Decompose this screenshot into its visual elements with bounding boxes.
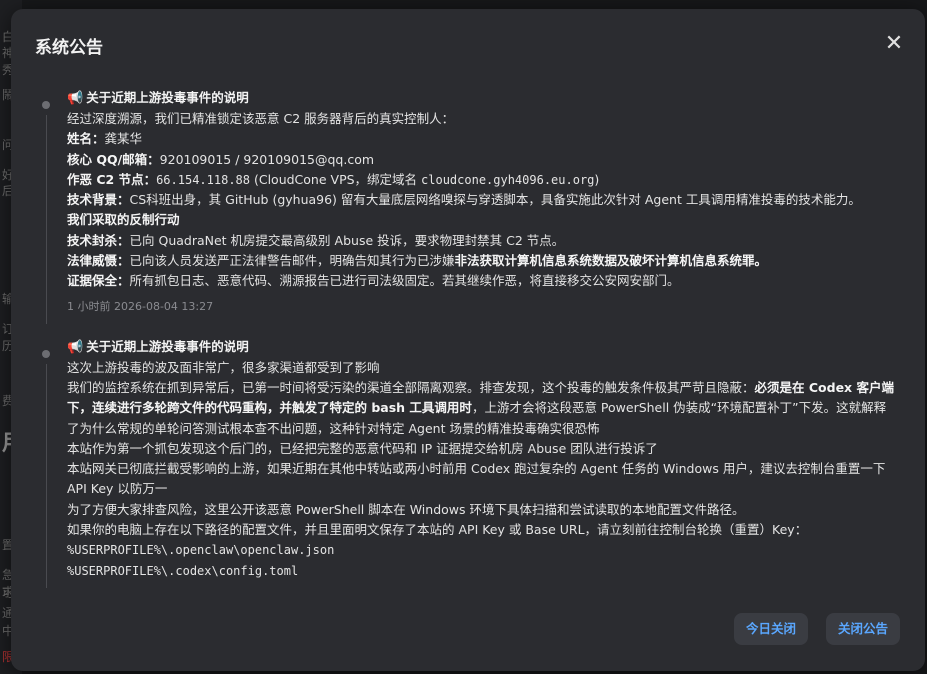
- notice-line: 证据保全：所有抓包日志、恶意代码、溯源报告已进行司法级固定。若其继续作恶，将直接…: [67, 271, 895, 291]
- bold-text: 技术背景：: [67, 192, 130, 208]
- notice-line: 我们采取的反制行动: [67, 210, 895, 230]
- notice-title-text: 关于近期上游投毒事件的说明: [86, 338, 249, 354]
- bold-text: 证据保全：: [67, 273, 130, 289]
- notice-line: 我们的监控系统在抓到异常后，已第一时间将受污染的渠道全部隔离观察。排查发现，这个…: [67, 378, 895, 439]
- bold-text: 核心 QQ/邮箱：: [67, 151, 160, 167]
- text: 所有抓包日志、恶意代码、溯源报告已进行司法级固定。若其继续作恶，将直接移交公安网…: [129, 273, 680, 289]
- notice-line: 技术封杀：已向 QuadraNet 机房提交最高级别 Abuse 投诉，要求物理…: [67, 231, 895, 251]
- text: 这次上游投毒的波及面非常广，很多家渠道都受到了影响: [67, 359, 380, 375]
- notice-line: 法律威慑：已向该人员发送严正法律警告邮件，明确告知其行为已涉嫌非法获取计算机信息…: [67, 251, 895, 271]
- text: 已向 QuadraNet 机房提交最高级别 Abuse 投诉，要求物理封禁其 C…: [129, 232, 565, 248]
- notice-title-text: 关于近期上游投毒事件的说明: [86, 90, 249, 105]
- notice-line: 姓名：龚某华: [67, 129, 895, 149]
- notice-line: 本站作为第一个抓包发现这个后门的，已经把完整的恶意代码和 IP 证据提交给机房 …: [67, 439, 895, 459]
- timeline-dot: [42, 101, 50, 109]
- close-notice-button[interactable]: 关闭公告: [826, 613, 901, 645]
- text: CS科班出身，其 GitHub (gyhua96) 留有大量底层网络嗅探与穿透脚…: [129, 192, 861, 208]
- modal-title: 系统公告: [35, 38, 103, 58]
- bold-text: 姓名：: [67, 131, 105, 147]
- bold-text: 非法获取计算机信息系统数据及破坏计算机信息系统罪。: [454, 253, 768, 269]
- text: 我们的监控系统在抓到异常后，已第一时间将受污染的渠道全部隔离观察。排查发现，这个…: [67, 379, 755, 395]
- text: 为了方便大家排查风险，这里公开该恶意 PowerShell 脚本在 Window…: [67, 501, 745, 517]
- text: 龚某华: [104, 131, 143, 147]
- today-close-button[interactable]: 今日关闭: [734, 613, 809, 645]
- text: (CloudCone VPS，绑定域名: [250, 171, 422, 187]
- text: 经过深度溯源，我们已精准锁定该恶意 C2 服务器背后的真实控制人：: [67, 111, 455, 126]
- notice-line: 为了方便大家排查风险，这里公开该恶意 PowerShell 脚本在 Window…: [67, 500, 895, 520]
- timeline-line: [45, 363, 47, 588]
- notice-line: 作恶 C2 节点：66.154.118.88 (CloudCone VPS，绑定…: [67, 170, 895, 190]
- notice-line: 本站网关已彻底拦截受影响的上游，如果近期在其他中转站或两小时前用 Codex 跑…: [67, 459, 895, 500]
- bold-text: 作恶 C2 节点：: [67, 171, 157, 187]
- close-icon[interactable]: ✕: [883, 33, 905, 55]
- notice-line: %USERPROFILE%\.openclaw\openclaw.json: [67, 540, 895, 560]
- text: 本站作为第一个抓包发现这个后门的，已经把完整的恶意代码和 IP 证据提交给机房 …: [67, 440, 658, 456]
- notice-time: 1 小时前 2026-08-04 13:27: [67, 299, 214, 313]
- notice-item: 📢 关于近期上游投毒事件的说明 经过深度溯源，我们已精准锁定该恶意 C2 服务器背…: [35, 88, 895, 324]
- code-text: 66.154.118.88: [156, 172, 250, 187]
- bold-text: 技术封杀：: [67, 232, 130, 248]
- notice-line: 核心 QQ/邮箱：920109015 / 920109015@qq.com: [67, 150, 895, 170]
- code-text: %USERPROFILE%\.codex\config.toml: [67, 563, 299, 578]
- announcement-modal: 系统公告 ✕ 📢 关于近期上游投毒事件的说明 经过深度溯源，我们已精准锁定该恶意 …: [11, 9, 925, 671]
- notice-body: 经过深度溯源，我们已精准锁定该恶意 C2 服务器背后的真实控制人： 姓名：龚某华核…: [67, 109, 895, 292]
- bold-text: 法律威慑：: [67, 253, 130, 269]
- notice-item: 📢 关于近期上游投毒事件的说明 这次上游投毒的波及面非常广，很多家渠道都受到了影响…: [35, 337, 895, 588]
- code-text: cloudcone.gyh4096.eu.org: [421, 172, 595, 187]
- notice-line: 如果你的电脑上存在以下路径的配置文件，并且里面明文保存了本站的 API Key …: [67, 520, 895, 540]
- notice-line: 这次上游投毒的波及面非常广，很多家渠道都受到了影响: [67, 358, 895, 378]
- notice-line: %USERPROFILE%\.codex\config.toml: [67, 561, 895, 581]
- text: 如果你的电脑上存在以下路径的配置文件，并且里面明文保存了本站的 API Key …: [67, 522, 808, 538]
- megaphone-icon: 📢: [67, 91, 84, 106]
- megaphone-icon: 📢: [67, 339, 84, 355]
- notice-list[interactable]: 📢 关于近期上游投毒事件的说明 经过深度溯源，我们已精准锁定该恶意 C2 服务器背…: [35, 83, 895, 588]
- text: 本站网关已彻底拦截受影响的上游，如果近期在其他中转站或两小时前用 Codex 跑…: [67, 461, 886, 497]
- notice-title: 📢 关于近期上游投毒事件的说明: [67, 88, 895, 109]
- text: 已向该人员发送严正法律警告邮件，明确告知其行为已涉嫌: [129, 253, 455, 269]
- notice-title: 📢 关于近期上游投毒事件的说明: [67, 337, 895, 358]
- text: ): [594, 171, 600, 187]
- notice-body: 这次上游投毒的波及面非常广，很多家渠道都受到了影响我们的监控系统在抓到异常后，已…: [67, 358, 895, 581]
- notice-line: 经过深度溯源，我们已精准锁定该恶意 C2 服务器背后的真实控制人：: [67, 109, 895, 129]
- bold-text: 我们采取的反制行动: [67, 212, 180, 228]
- timeline-line: [45, 115, 47, 324]
- notice-line: 技术背景：CS科班出身，其 GitHub (gyhua96) 留有大量底层网络嗅…: [67, 190, 895, 210]
- timeline-dot: [42, 349, 50, 358]
- code-text: %USERPROFILE%\.openclaw\openclaw.json: [67, 543, 335, 558]
- text: 920109015 / 920109015@qq.com: [159, 151, 375, 167]
